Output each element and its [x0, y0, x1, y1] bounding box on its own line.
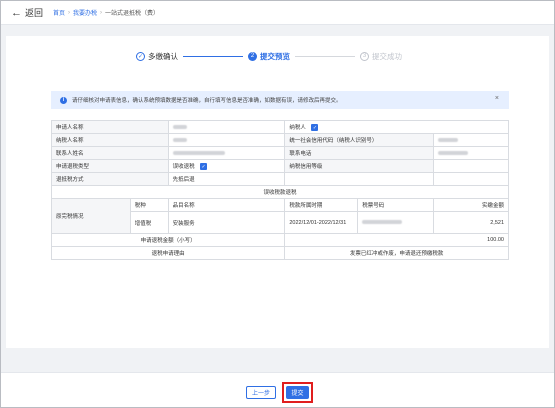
table-row: 退抵税方式 先抵后退	[51, 172, 509, 186]
col-ticket-header: 税票号码	[357, 198, 435, 212]
table-row: 纳税人名称 统一社会信用代码（纳税人识别号）	[51, 133, 509, 147]
step-label: 多缴确认	[148, 51, 178, 61]
col-tax-header: 税种	[129, 198, 169, 212]
check-icon: ✓	[136, 51, 145, 61]
empty-cell	[284, 172, 435, 186]
credit-level-value	[433, 159, 509, 173]
checkbox-checked-icon[interactable]: ✓	[311, 124, 319, 132]
refund-type-label: 申请退税类型	[51, 159, 169, 173]
step-preview: 2 提交预览	[248, 51, 290, 62]
total-value: 100.00	[284, 233, 509, 247]
step-label: 提交预览	[260, 51, 290, 61]
total-label: 申请退税金额（小写）	[50, 233, 286, 247]
row-tax: 增值税	[129, 211, 169, 234]
taxpayer-name-value	[167, 133, 286, 147]
breadcrumb: 首页 › 我要办税 › 一站式退抵税（费）	[53, 8, 160, 18]
chevron-right-icon: ›	[68, 9, 71, 16]
phone-label: 联系电话	[284, 146, 435, 160]
reason-value: 发票已红冲或作废，申请退还预缴税款	[284, 246, 509, 260]
submit-button[interactable]: 提交	[286, 386, 309, 399]
step-number: 3	[360, 51, 369, 61]
step-indicator: ✓ 多缴确认 2 提交预览 3 提交成功	[136, 49, 436, 63]
contact-label: 联系人姓名	[51, 146, 169, 160]
table-row: 误收税款退税	[51, 185, 509, 199]
phone-value	[433, 146, 509, 160]
info-alert: i 请仔细核对申请表信息，确认系统预填数据是否准确，自行填写信息是否准确，如数据…	[51, 91, 509, 109]
table-row: 退税申请理由 发票已红冲或作废，申请退还预缴税款	[50, 246, 509, 260]
step-confirm: ✓ 多缴确认	[136, 51, 178, 62]
chevron-right-icon: ›	[100, 9, 103, 16]
footer-bar: 上一步 提交	[1, 372, 554, 407]
col-period-header: 税款所属时期	[284, 198, 359, 212]
taxpayer-name-label: 纳税人名称	[51, 133, 169, 147]
main-panel: ✓ 多缴确认 2 提交预览 3 提交成功 i 请仔细核对申请表信息，确认系统预填…	[6, 36, 549, 348]
applicant-value	[167, 120, 286, 134]
table-row: 原完税情况 税种 品目名称 税款所属时期 税票号码 实缴金额	[51, 198, 509, 234]
refund-type-cell: 误收退税 ✓	[167, 159, 286, 173]
prev-step-button[interactable]: 上一步	[246, 386, 276, 399]
taxpayer-cell: 纳税人 ✓	[284, 120, 509, 134]
empty-cell	[433, 172, 509, 186]
back-label: 返回	[25, 8, 44, 18]
applicant-label: 申请人名称	[51, 120, 169, 134]
row-period: 2022/12/01-2022/12/31	[284, 211, 359, 234]
refund-type-value: 误收退税	[172, 163, 195, 170]
credit-level-label: 纳税信用等级	[284, 159, 435, 173]
breadcrumb-tax[interactable]: 我要办税	[73, 8, 97, 17]
arrow-left-icon: ←	[11, 6, 22, 19]
row-ticket	[357, 211, 435, 234]
refund-method-label: 退抵税方式	[51, 172, 169, 186]
submit-highlight: 提交	[282, 382, 313, 403]
reason-label: 退税申请理由	[50, 246, 286, 260]
alert-text: 请仔细核对申请表信息，确认系统预填数据是否准确，自行填写信息是否准确，如数据有误…	[72, 98, 342, 104]
origin-label: 原完税情况	[51, 198, 131, 234]
step-label: 提交成功	[372, 51, 402, 61]
table-row: 申请退税金额（小写） 100.00	[50, 233, 509, 247]
close-icon[interactable]: ×	[495, 95, 499, 102]
credit-code-value	[433, 133, 509, 147]
step-success: 3 提交成功	[360, 51, 402, 62]
refund-method-value: 先抵后退	[167, 172, 286, 186]
info-icon: i	[60, 96, 67, 104]
back-button[interactable]: ← 返回	[11, 6, 43, 19]
row-item: 安装服务	[167, 211, 286, 234]
table-row: 申请人名称 纳税人 ✓	[51, 120, 509, 134]
section-title: 误收税款退税	[51, 185, 509, 199]
col-item-header: 品目名称	[167, 198, 286, 212]
top-bar: ← 返回 首页 › 我要办税 › 一站式退抵税（费）	[1, 1, 554, 25]
step-connector	[183, 55, 243, 57]
col-amount-header: 实缴金额	[433, 198, 509, 212]
checkbox-checked-icon[interactable]: ✓	[200, 163, 208, 171]
breadcrumb-home[interactable]: 首页	[53, 8, 65, 17]
row-amount: 2,521	[433, 211, 509, 234]
step-connector	[295, 55, 355, 57]
refund-form-table: 申请人名称 纳税人 ✓ 纳税人名称 统一社会信用代码（纳税人识别号） 联系人姓名…	[50, 120, 509, 260]
contact-value	[167, 146, 286, 160]
table-row: 申请退税类型 误收退税 ✓ 纳税信用等级	[51, 159, 509, 173]
credit-code-label: 统一社会信用代码（纳税人识别号）	[284, 133, 435, 147]
table-row: 联系人姓名 联系电话	[51, 146, 509, 160]
step-number: 2	[248, 51, 257, 61]
taxpayer-label: 纳税人	[289, 124, 306, 131]
breadcrumb-current: 一站式退抵税（费）	[105, 11, 160, 17]
